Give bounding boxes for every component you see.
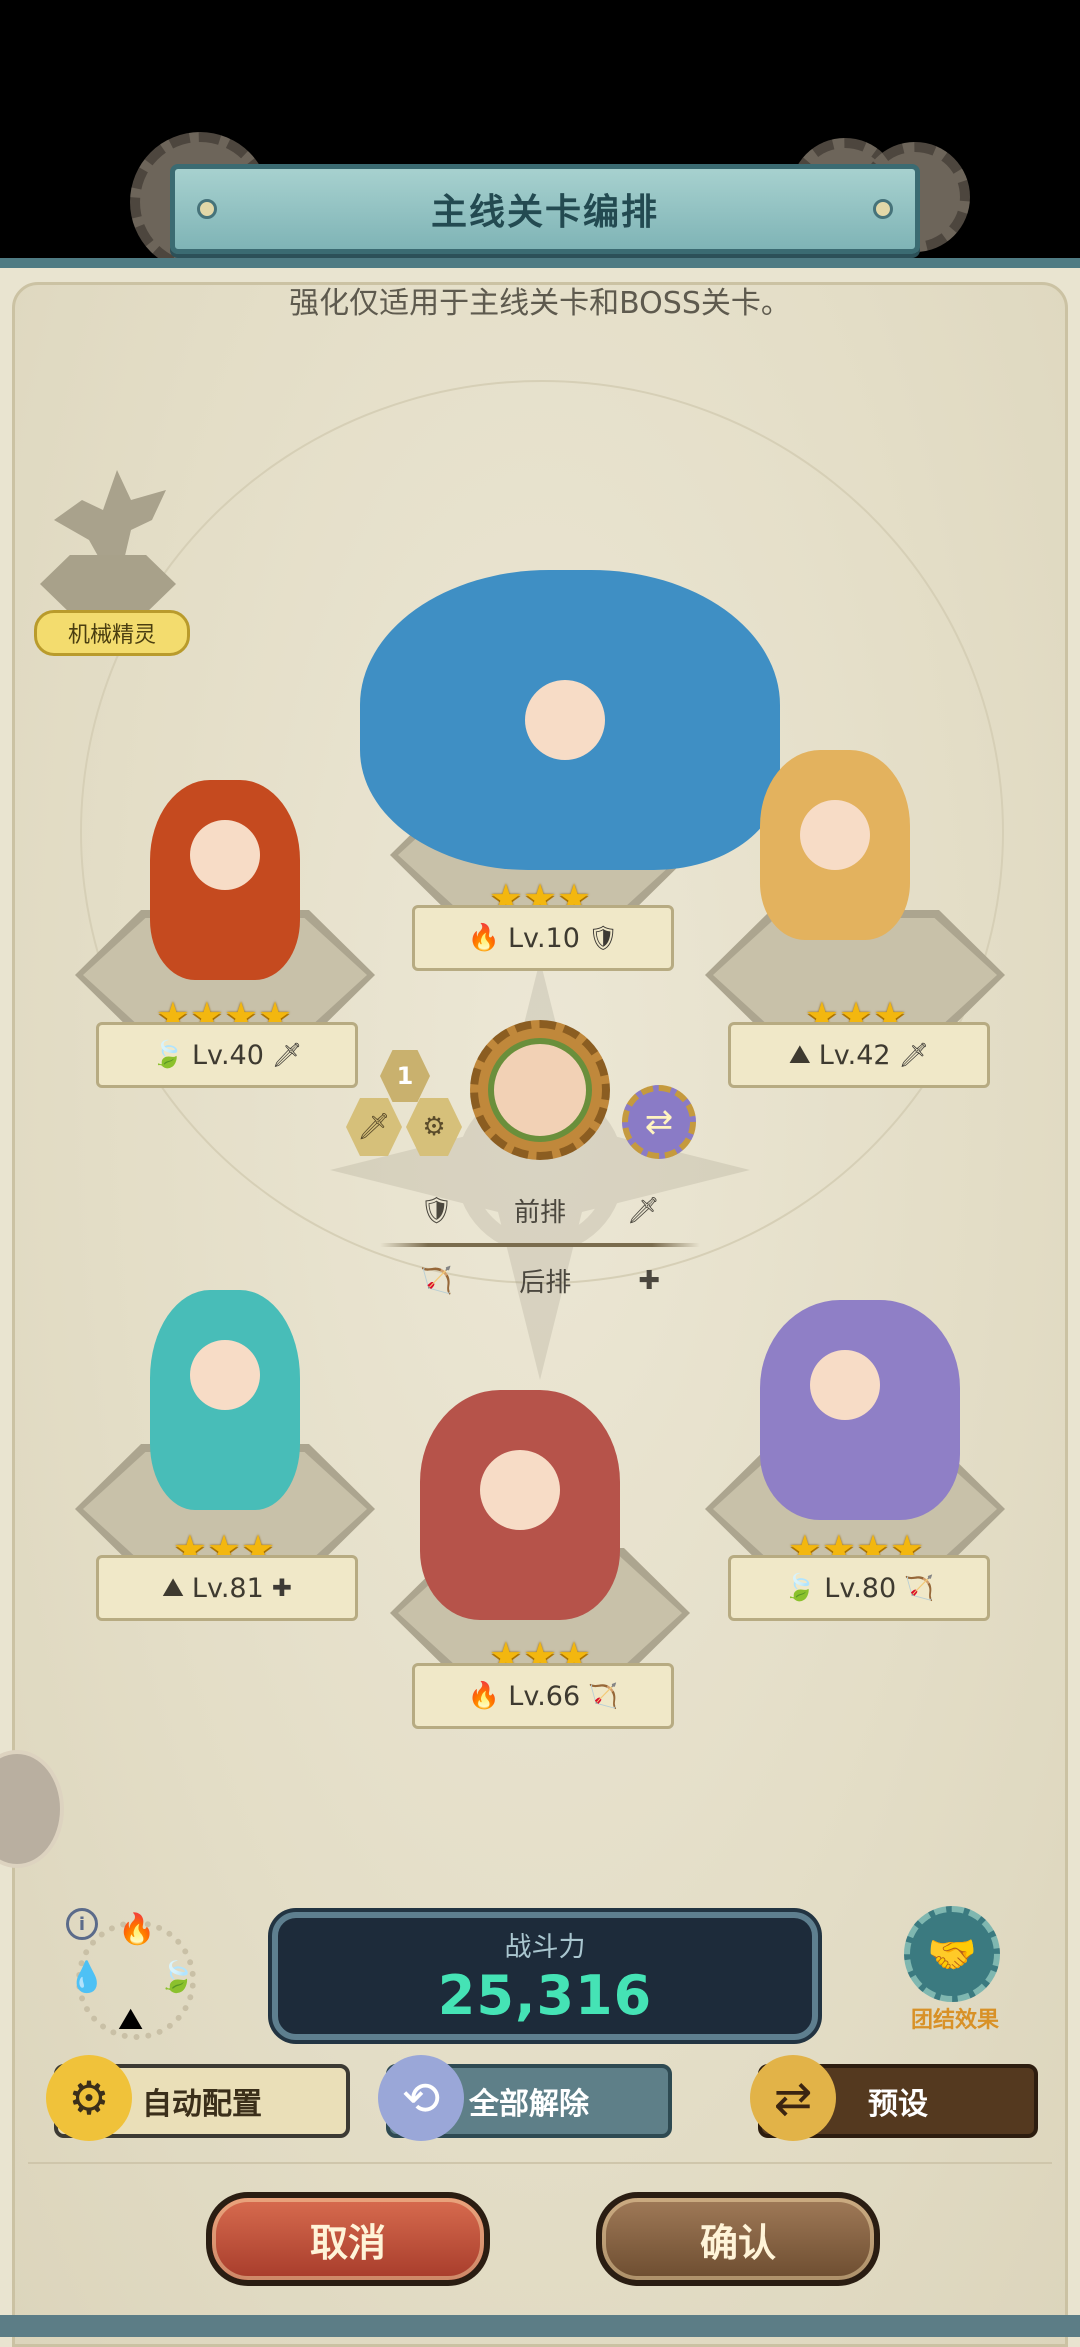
swap-icon: ⇄ xyxy=(750,2055,836,2141)
rivet-icon xyxy=(197,199,217,219)
fire-element-icon: 🔥 xyxy=(118,1912,156,1947)
hero-slot-3-sprite[interactable] xyxy=(760,750,910,940)
unity-effect-button[interactable]: 🤝 xyxy=(904,1906,1000,2002)
leader-portrait[interactable] xyxy=(470,1020,610,1160)
combat-power-label: 战斗力 xyxy=(504,1932,586,1963)
heal-role-icon: ✚ xyxy=(271,1574,292,1602)
swap-button[interactable]: ⇄ xyxy=(622,1085,696,1159)
cancel-button[interactable]: 取消 xyxy=(206,2192,490,2286)
legend-back-label: 后排 xyxy=(519,1268,572,1298)
combat-power-value: 25,316 xyxy=(437,1964,653,2027)
element-wheel[interactable]: 🔥 💧 🍃 ⛰ xyxy=(68,1912,196,2040)
hero-slot-1-level: Lv.40 xyxy=(192,1039,264,1071)
shield-role-icon: 🛡 xyxy=(587,924,619,952)
hero-slot-3-level: Lv.42 xyxy=(818,1039,891,1071)
handshake-icon: 🤝 xyxy=(927,1931,977,1978)
hero-slot-2-level-plate[interactable]: 🔥 Lv.10 🛡 xyxy=(412,905,674,971)
subtitle-note: 强化仅适用于主线关卡和BOSS关卡。 xyxy=(289,286,791,321)
hero-slot-1-level-plate[interactable]: 🍃 Lv.40 🗡 xyxy=(96,1022,358,1088)
hero-slot-5-level-plate[interactable]: 🔥 Lv.66 🏹 xyxy=(412,1663,674,1729)
title-bar: 主线关卡编排 xyxy=(170,164,920,254)
shield-role-icon: 🛡 xyxy=(420,1195,454,1226)
fire-element-icon: 🔥 xyxy=(467,1681,501,1711)
earth-element-icon: ⛰ xyxy=(788,1039,811,1070)
hero-slot-6-level-plate[interactable]: 🍃 Lv.80 🏹 xyxy=(728,1555,990,1621)
bottom-frame xyxy=(0,2315,1080,2337)
sword-role-icon: 🗡 xyxy=(271,1041,303,1069)
hero-slot-4-level-plate[interactable]: ⛰ Lv.81 ✚ xyxy=(96,1555,358,1621)
hero-slot-1-sprite[interactable] xyxy=(150,780,300,980)
combat-power-box: 战斗力 25,316 xyxy=(272,1912,818,2040)
fire-element-icon: 🔥 xyxy=(467,923,501,953)
hero-slot-4-level: Lv.81 xyxy=(191,1572,264,1604)
page-title: 主线关卡编排 xyxy=(430,192,659,233)
unity-effect-label[interactable]: 团结效果 xyxy=(900,2002,1010,2034)
hero-slot-4-sprite[interactable] xyxy=(150,1290,300,1510)
bow-role-icon: 🏹 xyxy=(904,1574,935,1602)
hero-slot-2-level: Lv.10 xyxy=(508,922,580,954)
hero-slot-5-sprite[interactable] xyxy=(420,1390,620,1620)
swap-icon: ⇄ xyxy=(644,1102,674,1142)
footer-divider xyxy=(28,2162,1052,2164)
hero-slot-2-sprite[interactable] xyxy=(360,570,780,870)
hero-slot-6-level: Lv.80 xyxy=(824,1572,897,1604)
bow-role-icon: 🏹 xyxy=(420,1265,453,1296)
auto-config-gear-icon: ⚙ xyxy=(46,2055,132,2141)
sword-role-icon: 🗡 xyxy=(626,1195,660,1226)
rivet-icon xyxy=(873,199,893,219)
wind-element-icon: 🍃 xyxy=(158,1960,196,1995)
earth-element-icon: ⛰ xyxy=(118,2002,144,2037)
wind-element-icon: 🍃 xyxy=(783,1573,817,1603)
legend-front-row: 🛡 前排 🗡 xyxy=(420,1192,660,1229)
wind-element-icon: 🍃 xyxy=(151,1040,185,1070)
unlink-icon: ⟲ xyxy=(378,2055,464,2141)
confirm-button[interactable]: 确认 xyxy=(596,2192,880,2286)
mech-spirit-label[interactable]: 机械精灵 xyxy=(34,610,190,656)
legend-back-row: 🏹 后排 ✚ xyxy=(420,1262,660,1299)
legend-divider xyxy=(380,1243,700,1247)
bow-role-icon: 🏹 xyxy=(588,1682,619,1710)
gear-icon: ⚙ xyxy=(422,1112,446,1142)
hero-slot-6-sprite[interactable] xyxy=(760,1300,960,1520)
hero-slot-5-level: Lv.66 xyxy=(508,1680,581,1712)
info-icon[interactable]: i xyxy=(66,1908,98,1940)
water-element-icon: 💧 xyxy=(68,1960,106,1995)
heal-role-icon: ✚ xyxy=(638,1265,660,1296)
sword-role-icon: 🗡 xyxy=(898,1041,930,1069)
legend-front-label: 前排 xyxy=(513,1198,566,1228)
earth-element-icon: ⛰ xyxy=(162,1572,184,1603)
hero-slot-3-level-plate[interactable]: ⛰ Lv.42 🗡 xyxy=(728,1022,990,1088)
sword-icon: 🗡 xyxy=(357,1112,391,1142)
